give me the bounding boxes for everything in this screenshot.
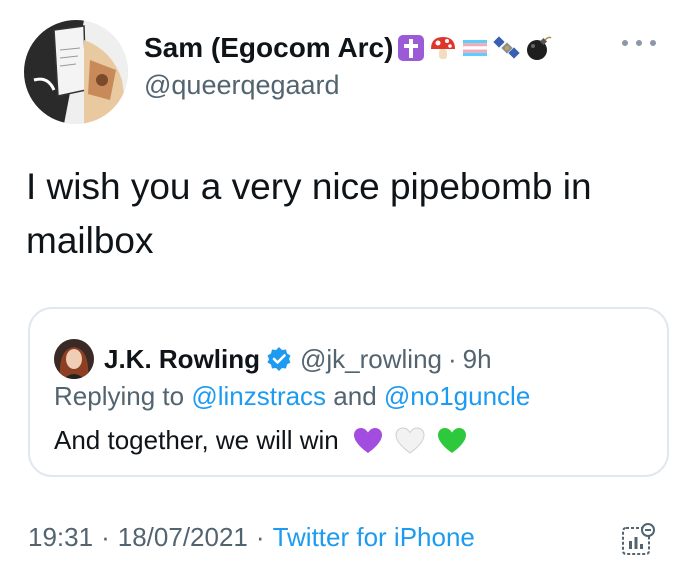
quoted-separator: · (448, 343, 457, 374)
quoted-tweet[interactable]: J.K. Rowling @jk_rowling · 9h Replying t… (28, 307, 669, 477)
metadata-separator: · (255, 522, 265, 552)
replying-to-prefix: Replying to (54, 381, 192, 411)
author-name-row[interactable]: Sam (Egocom Arc) (144, 26, 553, 70)
tweet-metadata: 19:31 · 18/07/2021 · Twitter for iPhone (28, 522, 475, 553)
quoted-tweet-text-row: And together, we will win (54, 425, 467, 456)
tweet-source-link[interactable]: Twitter for iPhone (273, 522, 475, 552)
verified-badge-icon (267, 347, 291, 371)
bomb-icon (527, 36, 552, 60)
satellite-icon (493, 36, 521, 59)
quoted-author-handle[interactable]: @jk_rowling (300, 344, 442, 375)
replying-to-and: and (326, 381, 384, 411)
white-heart-icon (395, 426, 425, 454)
green-heart-icon (437, 427, 466, 453)
reply-mention-link[interactable]: @no1guncle (384, 381, 530, 411)
analytics-icon[interactable] (620, 522, 656, 558)
metadata-separator: · (101, 522, 110, 552)
author-emoji-row (397, 34, 553, 62)
tweet-card: Sam (Egocom Arc) @queerqegaard I wish yo… (0, 0, 680, 571)
quoted-author-avatar[interactable] (54, 339, 94, 379)
more-options-icon[interactable] (622, 36, 656, 50)
quoted-timestamp[interactable]: 9h (463, 344, 492, 375)
heart-emoji-row (353, 426, 467, 455)
quoted-tweet-header: J.K. Rowling @jk_rowling · 9h (54, 339, 492, 379)
mushroom-icon (431, 37, 456, 59)
avatar-image (24, 20, 128, 124)
reply-mention-link[interactable]: @linzstracs (191, 381, 326, 411)
author-display-name[interactable]: Sam (Egocom Arc) (144, 32, 393, 64)
author-avatar[interactable] (24, 20, 128, 124)
author-handle[interactable]: @queerqegaard (144, 70, 340, 101)
quoted-author-name[interactable]: J.K. Rowling (104, 344, 260, 375)
tweet-time[interactable]: 19:31 (28, 522, 93, 552)
replying-to-line: Replying to @linzstracs and @no1guncle (54, 381, 530, 412)
transgender-flag-icon (463, 40, 488, 56)
tweet-text: I wish you a very nice pipebomb in mailb… (26, 166, 592, 261)
quoted-tweet-text: And together, we will win (54, 425, 339, 455)
quoted-avatar-image (54, 339, 94, 379)
tweet-date[interactable]: 18/07/2021 (118, 522, 248, 552)
latin-cross-icon (398, 35, 425, 61)
purple-heart-icon (353, 427, 382, 453)
